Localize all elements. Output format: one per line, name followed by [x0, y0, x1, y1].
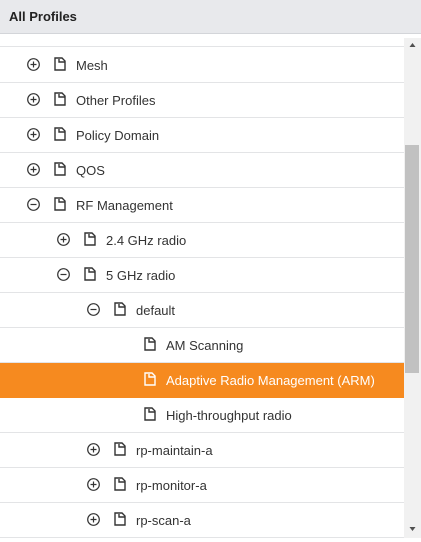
profile-document-icon [114, 442, 126, 456]
tree-item-label: rp-maintain-a [136, 443, 213, 458]
tree-item-5-ghz-radio[interactable]: 5 GHz radio [0, 258, 404, 293]
plus-circle-icon[interactable] [27, 93, 40, 106]
tree-item-label: 5 GHz radio [106, 268, 176, 283]
minus-circle-icon[interactable] [87, 303, 100, 316]
profiles-panel: All Profiles Mesh Other Profiles Policy … [0, 0, 421, 542]
tree-item-qos[interactable]: QOS [0, 153, 404, 188]
panel-title: All Profiles [9, 9, 77, 24]
scroll-down-arrow-icon[interactable] [404, 522, 421, 536]
tree-item-am-scanning[interactable]: AM Scanning [0, 328, 404, 363]
tree-item-label: rp-scan-a [136, 513, 191, 528]
tree-item-label: rp-monitor-a [136, 478, 207, 493]
profile-document-icon [84, 232, 96, 246]
profile-document-icon [114, 302, 126, 316]
tree-item-2-4-ghz-radio[interactable]: 2.4 GHz radio [0, 223, 404, 258]
tree-item-rp-maintain-a[interactable]: rp-maintain-a [0, 433, 404, 468]
tree-item-default[interactable]: default [0, 293, 404, 328]
minus-circle-icon[interactable] [57, 268, 70, 281]
plus-circle-icon[interactable] [57, 233, 70, 246]
profile-tree: Mesh Other Profiles Policy Domain QOS RF… [0, 40, 404, 538]
tree-item-adaptive-radio-management[interactable]: Adaptive Radio Management (ARM) [0, 363, 404, 398]
tree-item-label: Mesh [76, 58, 108, 73]
tree-item-mesh[interactable]: Mesh [0, 48, 404, 83]
tree-item-other-profiles[interactable]: Other Profiles [0, 83, 404, 118]
profile-document-icon [54, 92, 66, 106]
profile-document-icon [54, 197, 66, 211]
plus-circle-icon[interactable] [27, 58, 40, 71]
tree-item-rf-management[interactable]: RF Management [0, 188, 404, 223]
tree-item-label: Adaptive Radio Management (ARM) [166, 373, 375, 388]
tree-item-policy-domain[interactable]: Policy Domain [0, 118, 404, 153]
profile-document-icon [144, 407, 156, 421]
tree-item-label: High-throughput radio [166, 408, 292, 423]
tree-item-rp-scan-a[interactable]: rp-scan-a [0, 503, 404, 538]
profile-document-icon [114, 477, 126, 491]
plus-circle-icon[interactable] [87, 513, 100, 526]
profile-document-icon [114, 512, 126, 526]
tree-item-label: default [136, 303, 176, 318]
profile-document-icon [54, 57, 66, 71]
tree-item-label: Other Profiles [76, 93, 156, 108]
tree-item-label: 2.4 GHz radio [106, 233, 187, 248]
plus-circle-icon[interactable] [27, 163, 40, 176]
profile-document-icon [144, 337, 156, 351]
tree-item-label: QOS [76, 163, 105, 178]
tree-item-label: Policy Domain [76, 128, 160, 143]
profile-document-icon [54, 162, 66, 176]
profile-document-icon [84, 267, 96, 281]
scrollbar-thumb[interactable] [405, 145, 419, 373]
tree-item-rp-monitor-a[interactable]: rp-monitor-a [0, 468, 404, 503]
tree-item-label: RF Management [76, 198, 173, 213]
panel-header: All Profiles [0, 0, 421, 34]
minus-circle-icon[interactable] [27, 198, 40, 211]
tree-item-high-throughput-radio[interactable]: High-throughput radio [0, 398, 404, 433]
profile-document-icon [54, 127, 66, 141]
tree-item-label: AM Scanning [166, 338, 244, 353]
plus-circle-icon[interactable] [87, 443, 100, 456]
profile-document-icon [144, 372, 156, 386]
plus-circle-icon[interactable] [27, 128, 40, 141]
plus-circle-icon[interactable] [87, 478, 100, 491]
scroll-up-arrow-icon[interactable] [404, 38, 421, 52]
